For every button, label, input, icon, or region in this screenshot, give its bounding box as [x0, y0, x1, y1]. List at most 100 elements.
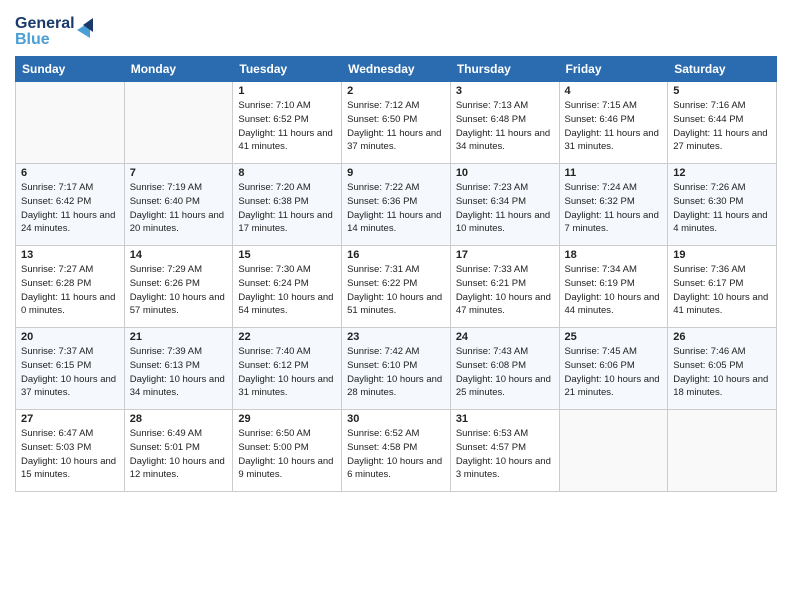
weekday-header: Wednesday	[342, 57, 451, 82]
page: General Blue SundayMondayTuesdayWednesda…	[0, 0, 792, 612]
day-number: 26	[673, 331, 771, 343]
day-number: 30	[347, 413, 445, 425]
day-info: Sunrise: 7:45 AM Sunset: 6:06 PM Dayligh…	[565, 345, 663, 400]
day-info: Sunrise: 7:43 AM Sunset: 6:08 PM Dayligh…	[456, 345, 554, 400]
svg-text:General: General	[15, 15, 75, 32]
day-info: Sunrise: 7:42 AM Sunset: 6:10 PM Dayligh…	[347, 345, 445, 400]
weekday-header: Saturday	[668, 57, 777, 82]
day-info: Sunrise: 6:53 AM Sunset: 4:57 PM Dayligh…	[456, 427, 554, 482]
day-number: 17	[456, 249, 554, 261]
weekday-header: Friday	[559, 57, 668, 82]
calendar-cell: 13 Sunrise: 7:27 AM Sunset: 6:28 PM Dayli…	[16, 246, 125, 328]
day-info: Sunrise: 7:22 AM Sunset: 6:36 PM Dayligh…	[347, 181, 445, 236]
day-info: Sunrise: 7:40 AM Sunset: 6:12 PM Dayligh…	[238, 345, 336, 400]
day-info: Sunrise: 7:31 AM Sunset: 6:22 PM Dayligh…	[347, 263, 445, 318]
calendar-cell: 9 Sunrise: 7:22 AM Sunset: 6:36 PM Daylig…	[342, 164, 451, 246]
day-info: Sunrise: 7:29 AM Sunset: 6:26 PM Dayligh…	[130, 263, 228, 318]
day-info: Sunrise: 7:46 AM Sunset: 6:05 PM Dayligh…	[673, 345, 771, 400]
day-info: Sunrise: 7:27 AM Sunset: 6:28 PM Dayligh…	[21, 263, 119, 318]
calendar-cell	[124, 82, 233, 164]
calendar-cell	[668, 410, 777, 492]
calendar-cell: 30Sunrise: 6:52 AM Sunset: 4:58 PM Dayli…	[342, 410, 451, 492]
day-info: Sunrise: 6:50 AM Sunset: 5:00 PM Dayligh…	[238, 427, 336, 482]
weekday-header: Sunday	[16, 57, 125, 82]
calendar-cell: 24 Sunrise: 7:43 AM Sunset: 6:08 PM Dayli…	[450, 328, 559, 410]
day-number: 28	[130, 413, 228, 425]
day-info: Sunrise: 7:24 AM Sunset: 6:32 PM Dayligh…	[565, 181, 663, 236]
day-info: Sunrise: 7:33 AM Sunset: 6:21 PM Dayligh…	[456, 263, 554, 318]
day-number: 2	[347, 85, 445, 97]
calendar-cell: 3 Sunrise: 7:13 AM Sunset: 6:48 PM Daylig…	[450, 82, 559, 164]
calendar-cell: 14 Sunrise: 7:29 AM Sunset: 6:26 PM Dayli…	[124, 246, 233, 328]
day-number: 13	[21, 249, 119, 261]
day-number: 6	[21, 167, 119, 179]
calendar-cell: 25 Sunrise: 7:45 AM Sunset: 6:06 PM Dayli…	[559, 328, 668, 410]
header: General Blue	[15, 10, 777, 48]
calendar-cell: 8Sunrise: 7:20 AM Sunset: 6:38 PM Daylig…	[233, 164, 342, 246]
day-number: 14	[130, 249, 228, 261]
day-info: Sunrise: 6:47 AM Sunset: 5:03 PM Dayligh…	[21, 427, 119, 482]
calendar-cell: 28 Sunrise: 6:49 AM Sunset: 5:01 PM Dayli…	[124, 410, 233, 492]
day-number: 27	[21, 413, 119, 425]
day-number: 22	[238, 331, 336, 343]
calendar-cell: 1 Sunrise: 7:10 AM Sunset: 6:52 PM Daylig…	[233, 82, 342, 164]
calendar-cell: 19 Sunrise: 7:36 AM Sunset: 6:17 PM Dayli…	[668, 246, 777, 328]
day-number: 21	[130, 331, 228, 343]
weekday-header: Tuesday	[233, 57, 342, 82]
calendar-header-row: SundayMondayTuesdayWednesdayThursdayFrid…	[16, 57, 777, 82]
day-number: 8	[238, 167, 336, 179]
day-info: Sunrise: 7:13 AM Sunset: 6:48 PM Dayligh…	[456, 99, 554, 154]
calendar-cell: 20Sunrise: 7:37 AM Sunset: 6:15 PM Dayli…	[16, 328, 125, 410]
day-number: 9	[347, 167, 445, 179]
day-info: Sunrise: 7:26 AM Sunset: 6:30 PM Dayligh…	[673, 181, 771, 236]
calendar-week-row: 27 Sunrise: 6:47 AM Sunset: 5:03 PM Dayli…	[16, 410, 777, 492]
calendar-cell	[16, 82, 125, 164]
calendar-cell: 26 Sunrise: 7:46 AM Sunset: 6:05 PM Dayli…	[668, 328, 777, 410]
day-info: Sunrise: 7:15 AM Sunset: 6:46 PM Dayligh…	[565, 99, 663, 154]
day-number: 15	[238, 249, 336, 261]
day-number: 24	[456, 331, 554, 343]
day-number: 23	[347, 331, 445, 343]
logo-icon: General Blue	[15, 10, 95, 48]
day-number: 1	[238, 85, 336, 97]
weekday-header: Monday	[124, 57, 233, 82]
calendar-cell: 21 Sunrise: 7:39 AM Sunset: 6:13 PM Dayli…	[124, 328, 233, 410]
calendar-cell: 6 Sunrise: 7:17 AM Sunset: 6:42 PM Daylig…	[16, 164, 125, 246]
day-number: 19	[673, 249, 771, 261]
day-info: Sunrise: 7:10 AM Sunset: 6:52 PM Dayligh…	[238, 99, 336, 154]
day-number: 10	[456, 167, 554, 179]
calendar-cell: 17 Sunrise: 7:33 AM Sunset: 6:21 PM Dayli…	[450, 246, 559, 328]
day-number: 18	[565, 249, 663, 261]
calendar-cell	[559, 410, 668, 492]
calendar-cell: 31Sunrise: 6:53 AM Sunset: 4:57 PM Dayli…	[450, 410, 559, 492]
day-info: Sunrise: 7:36 AM Sunset: 6:17 PM Dayligh…	[673, 263, 771, 318]
day-info: Sunrise: 7:16 AM Sunset: 6:44 PM Dayligh…	[673, 99, 771, 154]
day-number: 25	[565, 331, 663, 343]
day-number: 5	[673, 85, 771, 97]
day-info: Sunrise: 6:49 AM Sunset: 5:01 PM Dayligh…	[130, 427, 228, 482]
day-info: Sunrise: 7:17 AM Sunset: 6:42 PM Dayligh…	[21, 181, 119, 236]
calendar-cell: 15Sunrise: 7:30 AM Sunset: 6:24 PM Dayli…	[233, 246, 342, 328]
calendar-cell: 10 Sunrise: 7:23 AM Sunset: 6:34 PM Dayli…	[450, 164, 559, 246]
calendar-week-row: 20Sunrise: 7:37 AM Sunset: 6:15 PM Dayli…	[16, 328, 777, 410]
calendar-table: SundayMondayTuesdayWednesdayThursdayFrid…	[15, 56, 777, 492]
calendar-week-row: 1 Sunrise: 7:10 AM Sunset: 6:52 PM Daylig…	[16, 82, 777, 164]
day-number: 3	[456, 85, 554, 97]
day-number: 16	[347, 249, 445, 261]
logo: General Blue	[15, 10, 95, 48]
day-info: Sunrise: 7:34 AM Sunset: 6:19 PM Dayligh…	[565, 263, 663, 318]
svg-text:Blue: Blue	[15, 31, 50, 48]
calendar-cell: 23 Sunrise: 7:42 AM Sunset: 6:10 PM Dayli…	[342, 328, 451, 410]
day-number: 7	[130, 167, 228, 179]
day-info: Sunrise: 7:23 AM Sunset: 6:34 PM Dayligh…	[456, 181, 554, 236]
calendar-cell: 12 Sunrise: 7:26 AM Sunset: 6:30 PM Dayli…	[668, 164, 777, 246]
calendar-cell: 18 Sunrise: 7:34 AM Sunset: 6:19 PM Dayli…	[559, 246, 668, 328]
calendar-cell: 5 Sunrise: 7:16 AM Sunset: 6:44 PM Daylig…	[668, 82, 777, 164]
calendar-cell: 7Sunrise: 7:19 AM Sunset: 6:40 PM Daylig…	[124, 164, 233, 246]
calendar-week-row: 13 Sunrise: 7:27 AM Sunset: 6:28 PM Dayli…	[16, 246, 777, 328]
day-info: Sunrise: 7:39 AM Sunset: 6:13 PM Dayligh…	[130, 345, 228, 400]
day-info: Sunrise: 7:12 AM Sunset: 6:50 PM Dayligh…	[347, 99, 445, 154]
day-number: 29	[238, 413, 336, 425]
calendar-cell: 16 Sunrise: 7:31 AM Sunset: 6:22 PM Dayli…	[342, 246, 451, 328]
day-number: 12	[673, 167, 771, 179]
